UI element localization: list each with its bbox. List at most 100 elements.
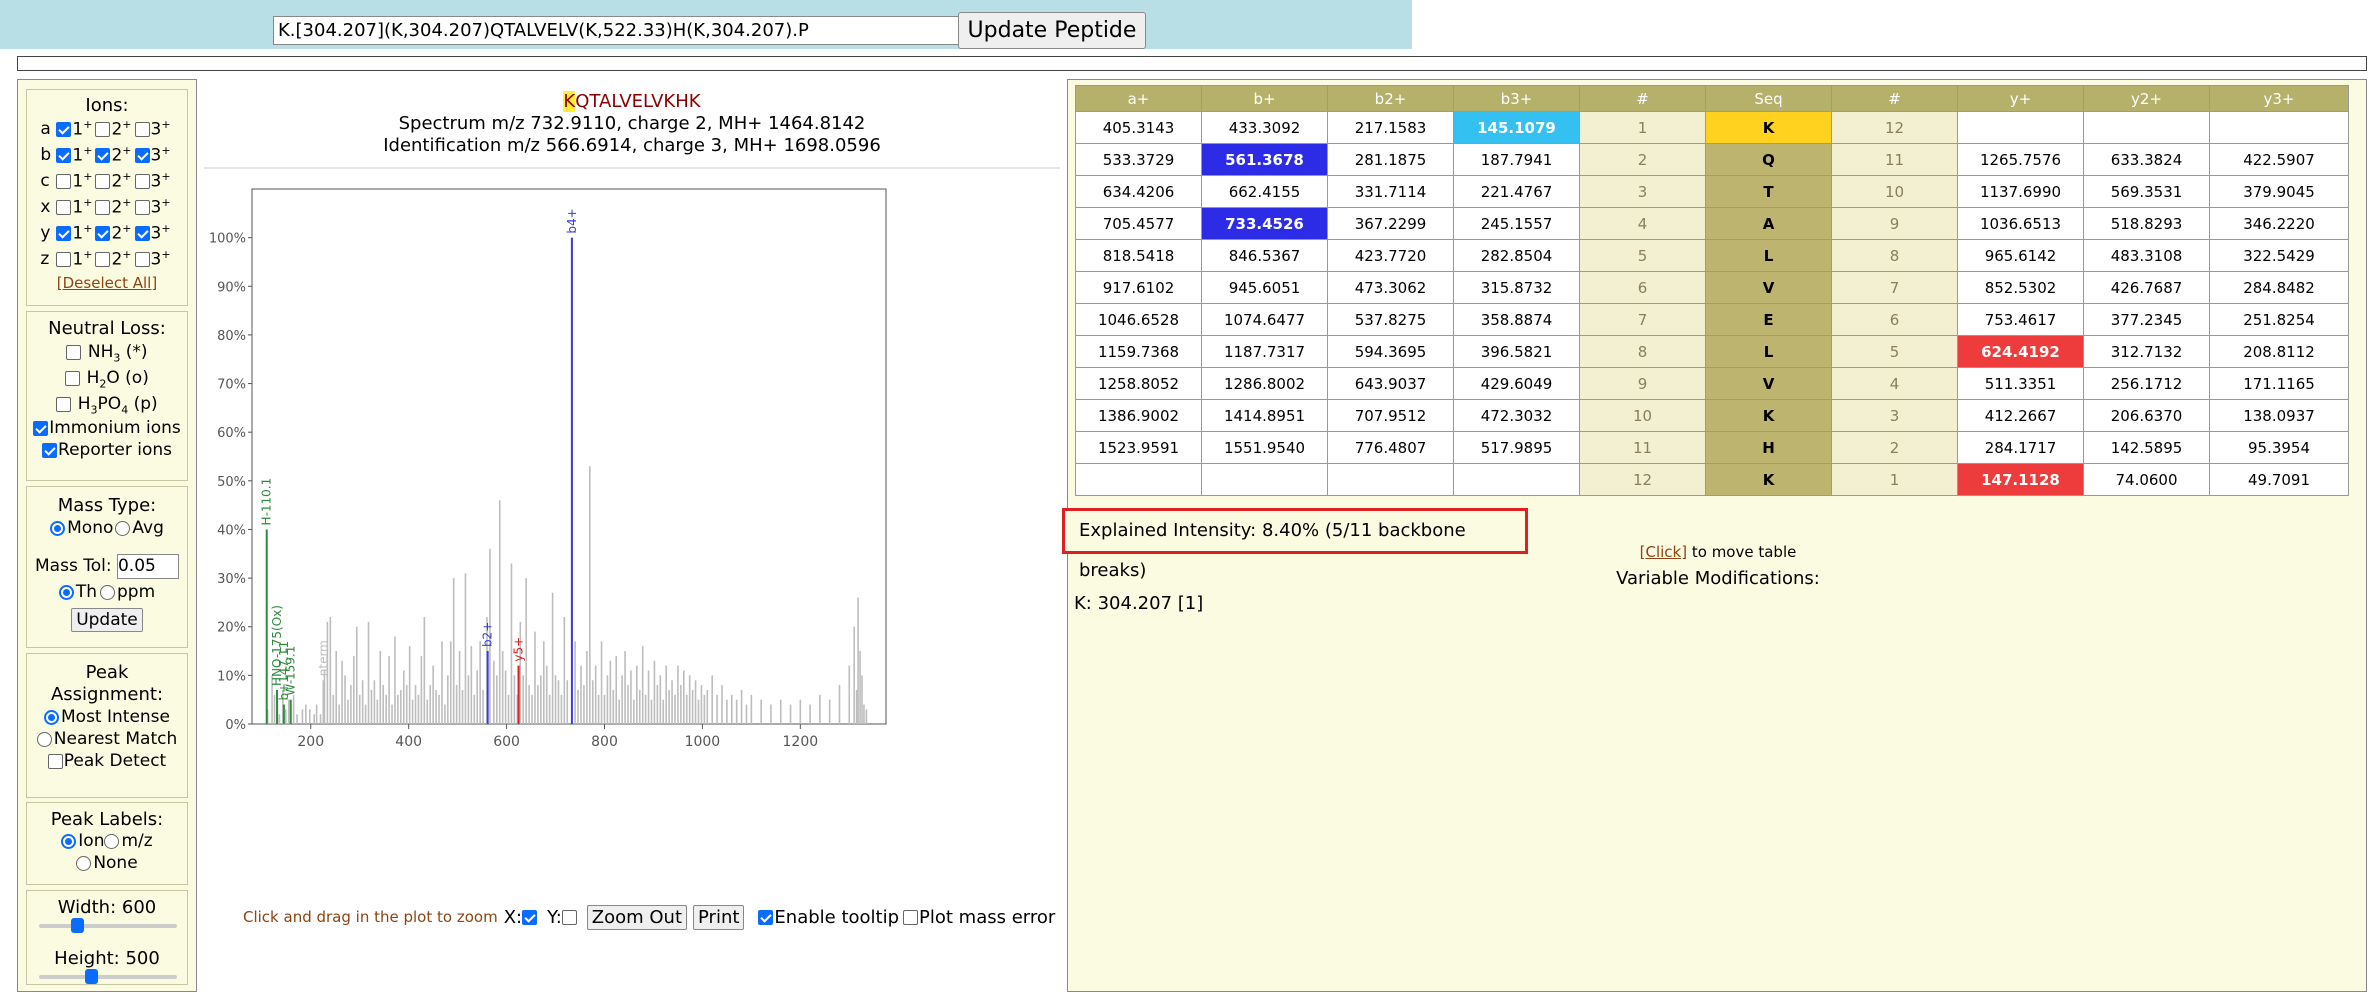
c-charge3-checkbox[interactable]: [134, 173, 150, 189]
a-charge2-checkbox[interactable]: [95, 121, 111, 137]
peak-label: y5+: [512, 637, 526, 662]
mass-type-title: Mass Type:: [57, 495, 157, 516]
y-zoom-checkbox[interactable]: [561, 909, 577, 925]
z-charge3-checkbox[interactable]: [134, 251, 150, 267]
c-charge1-checkbox[interactable]: [56, 173, 72, 189]
neutral-loss-title: Neutral Loss:: [48, 318, 166, 339]
charge-label: 3+: [150, 144, 171, 166]
cell-n1: 7: [1579, 303, 1706, 336]
a-charge1-checkbox[interactable]: [56, 121, 72, 137]
cell-b: 1414.8951: [1201, 399, 1328, 432]
neutral-loss-box: Neutral Loss: NH3 (*) H2O (o) H3PO4 (p) …: [26, 311, 188, 481]
cell-a: 1046.6528: [1075, 303, 1202, 336]
h2o-checkbox[interactable]: [65, 370, 81, 386]
update-peptide-button[interactable]: Update Peptide: [958, 12, 1146, 49]
cell-b: 846.5367: [1201, 239, 1328, 272]
peptide-input[interactable]: [273, 16, 959, 45]
width-slider[interactable]: [27, 918, 187, 934]
cell-seq: H: [1705, 431, 1832, 464]
y-tick-label: 30%: [217, 572, 246, 587]
mono-radio[interactable]: [50, 520, 66, 536]
peak-detect-checkbox[interactable]: [47, 753, 63, 769]
height-slider-handle[interactable]: [85, 969, 98, 984]
cell-n2: 8: [1831, 239, 1958, 272]
ion-label-radio[interactable]: [61, 833, 77, 849]
table-row: 405.3143 433.3092 217.1583 145.1079 1 K 12: [1075, 111, 2349, 144]
mass-update-button[interactable]: Update: [71, 608, 143, 632]
x-charge2-checkbox[interactable]: [95, 199, 111, 215]
none-label-radio[interactable]: [76, 855, 92, 871]
cell-y2: 206.6370: [2083, 399, 2210, 432]
cell-n2: 1: [1831, 463, 1958, 496]
immonium-checkbox[interactable]: [33, 420, 49, 436]
mass-error-label: Plot mass error: [919, 906, 1056, 928]
x-charge3-checkbox[interactable]: [134, 199, 150, 215]
mono-label: Mono: [67, 518, 114, 538]
b-charge2-checkbox[interactable]: [95, 147, 111, 163]
table-row: 533.3729 561.3678 281.1875 187.7941 2 Q 11 1265…: [1075, 143, 2349, 176]
cell-y2: 142.5895: [2083, 431, 2210, 464]
cell-b3: [1453, 463, 1580, 496]
h3po4-checkbox[interactable]: [56, 396, 72, 412]
column-header: b3+: [1453, 85, 1580, 112]
x-charge1-checkbox[interactable]: [56, 199, 72, 215]
table-row: 818.5418 846.5367 423.7720 282.8504 5 L 8 965.6…: [1075, 239, 2349, 272]
cell-seq: Q: [1705, 143, 1832, 176]
print-button[interactable]: Print: [693, 904, 745, 930]
x-zoom-label: X:: [503, 906, 523, 928]
x-zoom-checkbox[interactable]: [522, 909, 538, 925]
zoom-out-button[interactable]: Zoom Out: [586, 904, 688, 930]
cell-y: 412.2667: [1957, 399, 2084, 432]
z-charge1-checkbox[interactable]: [56, 251, 72, 267]
table-row: 12 K 1 147.1128 74.0600 49.7091: [1075, 463, 2349, 496]
nearest-match-radio[interactable]: [36, 731, 52, 747]
cell-a: 634.4206: [1075, 175, 1202, 208]
y-charge1-checkbox[interactable]: [56, 225, 72, 241]
peptide-toolbar: Update Peptide: [0, 0, 1412, 49]
cell-y2: 483.3108: [2083, 239, 2210, 272]
most-intense-radio[interactable]: [44, 709, 59, 725]
avg-radio[interactable]: [115, 520, 131, 536]
a-charge3-checkbox[interactable]: [134, 121, 150, 137]
deselect-all-link[interactable]: [Deselect All]: [57, 274, 157, 292]
reporter-checkbox[interactable]: [42, 442, 58, 458]
spectrum-info: Spectrum m/z 732.9110, charge 2, MH+ 146…: [398, 113, 866, 134]
mass-error-checkbox[interactable]: [903, 909, 919, 925]
table-row: 634.4206 662.4155 331.7114 221.4767 3 T 10 1137…: [1075, 175, 2349, 208]
c-charge2-checkbox[interactable]: [95, 173, 111, 189]
cell-a: 917.6102: [1075, 271, 1202, 304]
th-radio[interactable]: [58, 584, 74, 600]
cell-y: 147.1128: [1957, 463, 2084, 496]
mass-tol-input[interactable]: [116, 553, 179, 579]
ppm-radio[interactable]: [100, 584, 115, 600]
table-row: 705.4577 733.4526 367.2299 245.1557 4 A 9 1036.…: [1075, 207, 2349, 240]
move-table-link[interactable]: [Click]: [1640, 543, 1687, 561]
b-charge1-checkbox[interactable]: [56, 147, 72, 163]
nh3-checkbox[interactable]: [66, 344, 82, 360]
cell-b2: 594.3695: [1327, 335, 1454, 368]
width-slider-handle[interactable]: [71, 918, 84, 933]
cell-y3: 422.5907: [2209, 143, 2349, 176]
z-charge2-checkbox[interactable]: [95, 251, 111, 267]
cell-seq: A: [1705, 207, 1832, 240]
cell-y2: 426.7687: [2083, 271, 2210, 304]
cell-b: 945.6051: [1201, 271, 1328, 304]
y-charge2-checkbox[interactable]: [95, 225, 111, 241]
b-charge3-checkbox[interactable]: [134, 147, 150, 163]
spectrum-chart[interactable]: 0% 10% 20% 30% 40% 50% 60% 70% 80% 90% 100% 200 400 6…: [204, 174, 1060, 894]
column-header: y3+: [2209, 85, 2349, 112]
x-tick-label: 1200: [783, 734, 819, 750]
cell-seq: K: [1705, 463, 1832, 496]
cell-y2: 633.3824: [2083, 143, 2210, 176]
cell-b: [1201, 463, 1328, 496]
cell-a: 1159.7368: [1075, 335, 1202, 368]
mz-label-radio[interactable]: [104, 833, 120, 849]
settings-panel: Ions: a 1+ 2+ 3+ b 1+ 2+ 3+ c 1+ 2+ 3+ x 1+ 2+ 3+ y 1+ 2+ 3…: [17, 79, 197, 992]
table-row: 1258.8052 1286.8002 643.9037 429.6049 9 V 4 511…: [1075, 367, 2349, 400]
tooltip-checkbox[interactable]: [758, 909, 774, 925]
height-slider[interactable]: [27, 969, 187, 985]
table-row: 1159.7368 1187.7317 594.3695 396.5821 8 L 5 624…: [1075, 335, 2349, 368]
y-charge3-checkbox[interactable]: [134, 225, 150, 241]
y-tick-label: 60%: [217, 426, 246, 441]
ion-row-z: z 1+ 2+ 3+: [27, 246, 187, 272]
